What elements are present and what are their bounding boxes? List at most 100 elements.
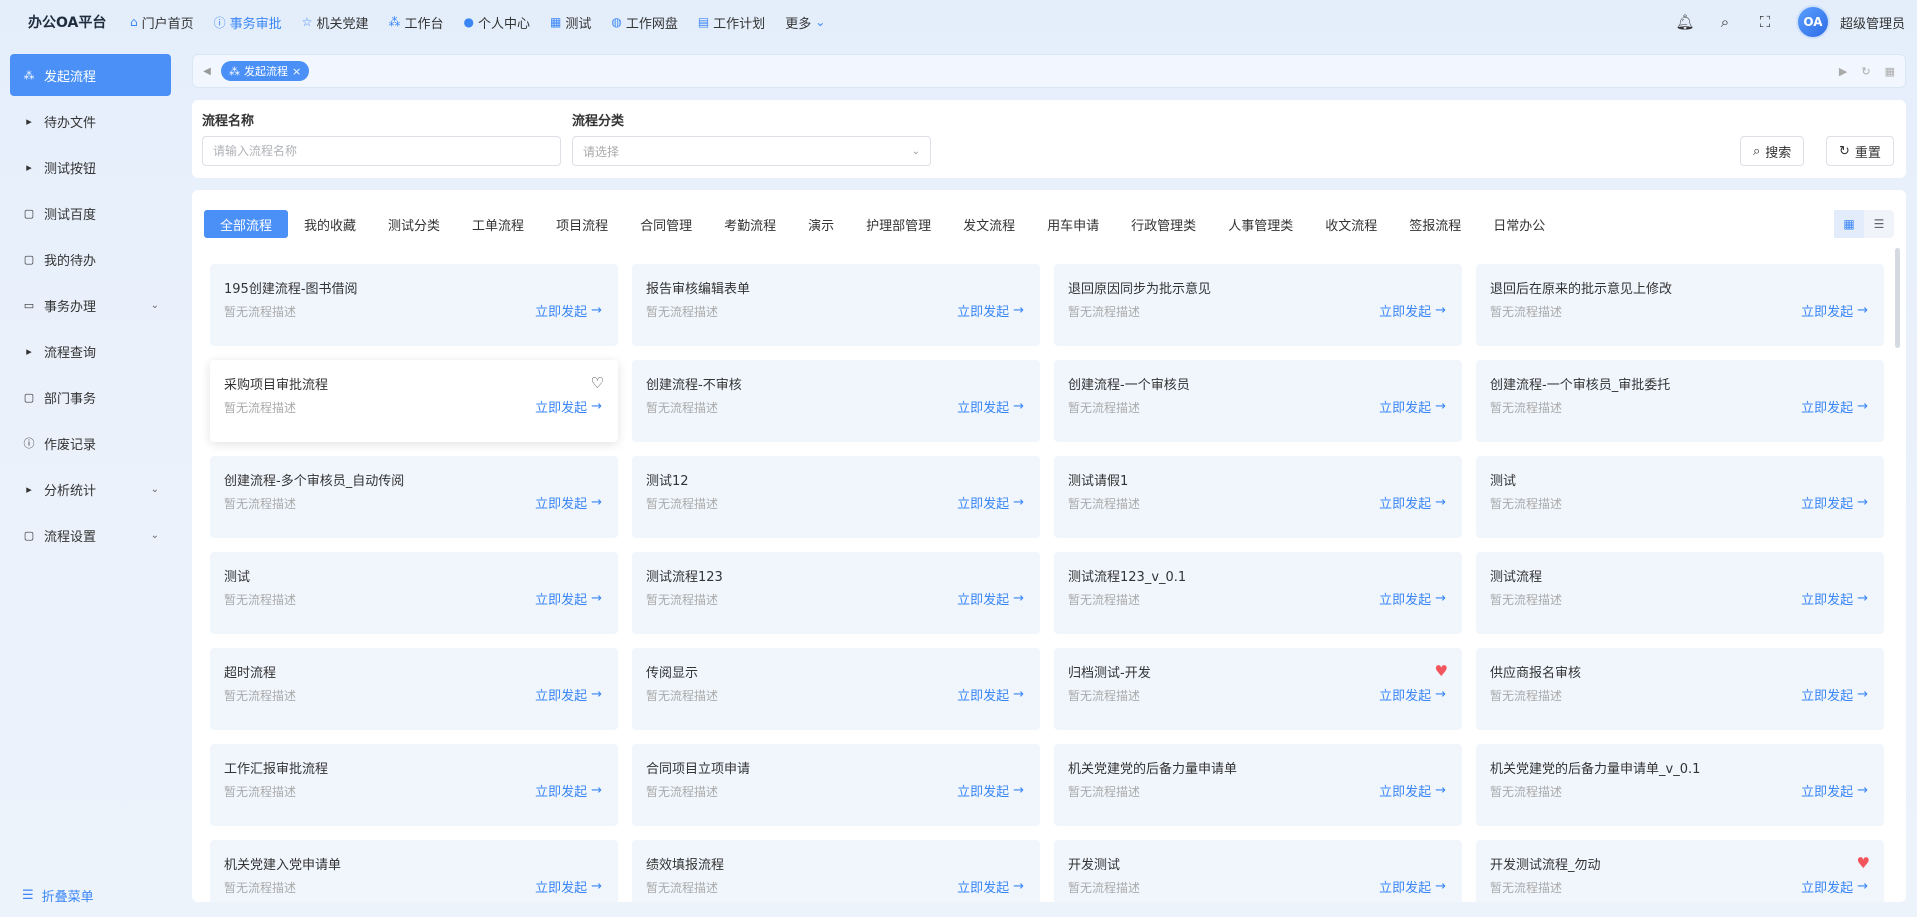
avatar[interactable]: OA (1795, 5, 1830, 39)
start-flow-link[interactable]: 立即发起 → (957, 589, 1024, 608)
start-flow-link[interactable]: 立即发起 → (957, 397, 1024, 416)
flow-card[interactable]: 机关党建党的后备力量申请单 暂无流程描述 立即发起 → (1054, 744, 1462, 826)
search-button[interactable]: ⌕ 搜索 (1740, 136, 1805, 166)
sidebar-item-4[interactable]: ▢ 我的待办 (10, 238, 171, 280)
flow-card[interactable]: 创建流程-多个审核员_自动传阅 暂无流程描述 立即发起 → (210, 456, 618, 538)
start-flow-link[interactable]: 立即发起 → (1379, 781, 1446, 800)
bell-icon[interactable]: 🔔︎ (1675, 13, 1694, 31)
sidebar-item-7[interactable]: ▢ 部门事务 (10, 376, 171, 418)
reset-button[interactable]: ↻ 重置 (1826, 136, 1894, 166)
start-flow-link[interactable]: 立即发起 → (535, 493, 602, 512)
start-flow-link[interactable]: 立即发起 → (1379, 397, 1446, 416)
search-icon[interactable]: ⌕ (1716, 13, 1734, 31)
flow-card[interactable]: 归档测试-开发 暂无流程描述 立即发起 → ♥ (1054, 648, 1462, 730)
flow-card[interactable]: 创建流程-一个审核员_审批委托 暂无流程描述 立即发起 → (1476, 360, 1884, 442)
flow-category-select[interactable]: 请选择 ⌄ (572, 136, 931, 166)
start-flow-link[interactable]: 立即发起 → (1801, 781, 1868, 800)
start-flow-link[interactable]: 立即发起 → (1379, 877, 1446, 896)
category-tab[interactable]: 全部流程 (204, 210, 289, 238)
category-tab[interactable]: 合同管理 (624, 210, 708, 238)
nav-item-1[interactable]: ⓘ 事务审批 (204, 0, 292, 44)
nav-item-8[interactable]: 更多 ⌄ (775, 0, 835, 44)
flow-card[interactable]: 创建流程-一个审核员 暂无流程描述 立即发起 → (1054, 360, 1462, 442)
category-tab[interactable]: 日常办公 (1477, 210, 1561, 238)
start-flow-link[interactable]: 立即发起 → (1801, 589, 1868, 608)
flow-card[interactable]: 工作汇报审批流程 暂无流程描述 立即发起 → (210, 744, 618, 826)
start-flow-link[interactable]: 立即发起 → (1379, 589, 1446, 608)
start-flow-link[interactable]: 立即发起 → (957, 493, 1024, 512)
heart-filled-icon[interactable]: ♥ (1857, 854, 1870, 872)
flow-card[interactable]: 开发测试流程_勿动 暂无流程描述 立即发起 → ♥ (1476, 840, 1884, 902)
sidebar-item-8[interactable]: ⓘ 作废记录 (10, 422, 171, 464)
flow-card[interactable]: 开发测试 暂无流程描述 立即发起 → (1054, 840, 1462, 902)
flow-card[interactable]: 测试流程 暂无流程描述 立即发起 → (1476, 552, 1884, 634)
flow-card[interactable]: 测试流程123_v_0.1 暂无流程描述 立即发起 → (1054, 552, 1462, 634)
sidebar-item-5[interactable]: ▭ 事务办理 ⌄ (10, 284, 171, 326)
flow-card[interactable]: 测试请假1 暂无流程描述 立即发起 → (1054, 456, 1462, 538)
start-flow-link[interactable]: 立即发起 → (957, 301, 1024, 320)
start-flow-link[interactable]: 立即发起 → (1801, 877, 1868, 896)
grid-view-icon[interactable]: ▦ (1834, 210, 1864, 238)
flow-card[interactable]: 创建流程-不审核 暂无流程描述 立即发起 → (632, 360, 1040, 442)
category-tab[interactable]: 考勤流程 (708, 210, 792, 238)
flow-card[interactable]: 测试12 暂无流程描述 立即发起 → (632, 456, 1040, 538)
category-tab[interactable]: 人事管理类 (1212, 210, 1309, 238)
category-tab[interactable]: 护理部管理 (850, 210, 947, 238)
flow-card[interactable]: 测试流程123 暂无流程描述 立即发起 → (632, 552, 1040, 634)
start-flow-link[interactable]: 立即发起 → (535, 781, 602, 800)
tab-active[interactable]: ⁂ 发起流程 × (221, 61, 310, 81)
category-tab[interactable]: 用车申请 (1031, 210, 1115, 238)
category-tab[interactable]: 我的收藏 (288, 210, 372, 238)
flow-name-input[interactable] (202, 136, 561, 166)
heart-filled-icon[interactable]: ♥ (1435, 662, 1448, 680)
start-flow-link[interactable]: 立即发起 → (1379, 685, 1446, 704)
start-flow-link[interactable]: 立即发起 → (1801, 397, 1868, 416)
start-flow-link[interactable]: 立即发起 → (1379, 493, 1446, 512)
flow-card[interactable]: 测试 暂无流程描述 立即发起 → (1476, 456, 1884, 538)
flow-card[interactable]: 采购项目审批流程 暂无流程描述 立即发起 → ♡ (210, 360, 618, 442)
nav-item-3[interactable]: ⁂ 工作台 (378, 0, 453, 44)
flow-card[interactable]: 退回原因同步为批示意见 暂无流程描述 立即发起 → (1054, 264, 1462, 346)
start-flow-link[interactable]: 立即发起 → (535, 397, 602, 416)
sidebar-item-1[interactable]: ▸ 待办文件 (10, 100, 171, 142)
heart-outline-icon[interactable]: ♡ (591, 374, 604, 392)
nav-item-7[interactable]: ▤ 工作计划 (688, 0, 775, 44)
username[interactable]: 超级管理员 (1840, 13, 1905, 32)
nav-item-5[interactable]: ▦ 测试 (540, 0, 601, 44)
flow-card[interactable]: 机关党建党的后备力量申请单_v_0.1 暂无流程描述 立即发起 → (1476, 744, 1884, 826)
sidebar-item-9[interactable]: ▸ 分析统计 ⌄ (10, 468, 171, 510)
start-flow-link[interactable]: 立即发起 → (535, 301, 602, 320)
start-flow-link[interactable]: 立即发起 → (535, 589, 602, 608)
sidebar-item-10[interactable]: ▢ 流程设置 ⌄ (10, 514, 171, 556)
flow-card[interactable]: 传阅显示 暂无流程描述 立即发起 → (632, 648, 1040, 730)
start-flow-link[interactable]: 立即发起 → (535, 685, 602, 704)
start-flow-link[interactable]: 立即发起 → (957, 781, 1024, 800)
nav-item-4[interactable]: ● 个人中心 (453, 0, 540, 44)
scrollbar[interactable] (1895, 248, 1900, 348)
start-flow-link[interactable]: 立即发起 → (1379, 301, 1446, 320)
start-flow-link[interactable]: 立即发起 → (1801, 685, 1868, 704)
category-tab[interactable]: 项目流程 (540, 210, 624, 238)
fullscreen-icon[interactable]: ⛶ (1756, 13, 1774, 31)
tab-scroll-left-icon[interactable]: ◀ (193, 66, 221, 77)
sidebar-item-0[interactable]: ⁂ 发起流程 (10, 54, 171, 96)
flow-card[interactable]: 合同项目立项申请 暂无流程描述 立即发起 → (632, 744, 1040, 826)
start-flow-link[interactable]: 立即发起 → (1801, 301, 1868, 320)
category-tab[interactable]: 签报流程 (1393, 210, 1477, 238)
tab-scroll-right-icon[interactable]: ▶ (1839, 65, 1847, 78)
sidebar-item-6[interactable]: ▸ 流程查询 (10, 330, 171, 372)
flow-card[interactable]: 195创建流程-图书借阅 暂无流程描述 立即发起 → (210, 264, 618, 346)
start-flow-link[interactable]: 立即发起 → (1801, 493, 1868, 512)
category-tab[interactable]: 发文流程 (947, 210, 1031, 238)
category-tab[interactable]: 工单流程 (456, 210, 540, 238)
nav-item-0[interactable]: ⌂ 门户首页 (120, 0, 204, 44)
category-tab[interactable]: 行政管理类 (1115, 210, 1212, 238)
flow-card[interactable]: 超时流程 暂无流程描述 立即发起 → (210, 648, 618, 730)
start-flow-link[interactable]: 立即发起 → (957, 685, 1024, 704)
flow-card[interactable]: 测试 暂无流程描述 立即发起 → (210, 552, 618, 634)
flow-card[interactable]: 退回后在原来的批示意见上修改 暂无流程描述 立即发起 → (1476, 264, 1884, 346)
flow-card[interactable]: 绩效填报流程 暂无流程描述 立即发起 → (632, 840, 1040, 902)
flow-card[interactable]: 报告审核编辑表单 暂无流程描述 立即发起 → (632, 264, 1040, 346)
nav-item-6[interactable]: ◍ 工作网盘 (601, 0, 688, 44)
sidebar-item-3[interactable]: ▢ 测试百度 (10, 192, 171, 234)
